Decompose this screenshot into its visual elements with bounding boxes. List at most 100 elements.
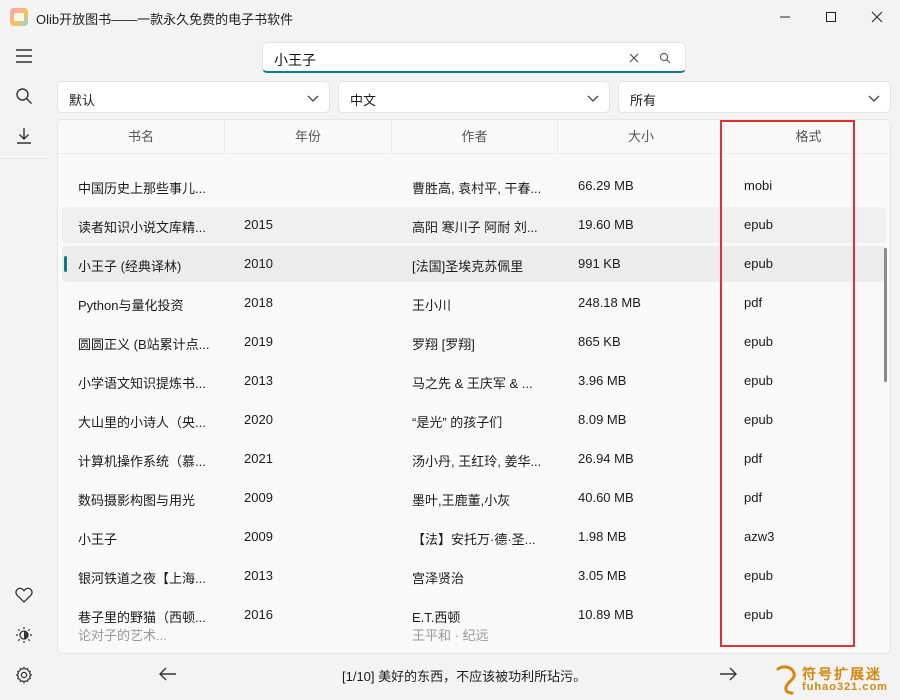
search-input[interactable]: 小王子: [274, 50, 316, 70]
minimize-button[interactable]: [762, 0, 808, 34]
minimize-icon: [780, 16, 790, 18]
book-size: 991 KB: [578, 256, 621, 271]
column-header-format[interactable]: 格式: [725, 120, 890, 154]
book-format: epub: [744, 217, 773, 232]
menu-icon: [16, 49, 32, 63]
book-author: 曹胜高, 袁村平, 干春...: [412, 181, 542, 196]
book-format: pdf: [744, 490, 763, 505]
book-year: 2020: [244, 412, 273, 427]
search-submit-button[interactable]: [656, 49, 674, 67]
book-title: 银河铁道之夜【上海...: [78, 571, 206, 586]
search-box[interactable]: 小王子: [262, 42, 686, 73]
book-year: 2018: [244, 295, 273, 310]
table-row[interactable]: 读者知识小说文库精... 2015 高阳 寒川子 阿耐 刘... 19.60 MB ep…: [62, 207, 886, 243]
chevron-down-icon: [307, 95, 319, 102]
window-title: Olib开放图书——一款永久免费的电子书软件: [36, 12, 294, 27]
search-icon: [659, 52, 671, 64]
book-title: 小王子 (经典译林): [78, 259, 182, 274]
book-size: 1.98 MB: [578, 529, 627, 544]
table-row-selected[interactable]: 小王子 (经典译林) 2010 [法国]圣埃克苏佩里 991 KB epub: [62, 246, 886, 282]
book-year: 2013: [244, 568, 273, 583]
book-year: 2009: [244, 490, 273, 505]
book-author: 墨叶,王鹿董,小灰: [412, 493, 511, 508]
table-row[interactable]: 圆圆正义 (B站累计点... 2019 罗翔 [罗翔] 865 KB epub: [62, 324, 886, 360]
sort-dropdown[interactable]: 默认: [57, 81, 330, 113]
clear-search-button[interactable]: [625, 49, 643, 67]
theme-icon: [16, 627, 32, 643]
table-header: 书名 年份 作者 大小 格式: [58, 120, 890, 154]
column-header-author[interactable]: 作者: [392, 120, 558, 154]
table-row[interactable]: 银河铁道之夜【上海... 2013 宫泽贤治 3.05 MB epub: [62, 558, 886, 594]
book-author: 汤小丹, 王红玲, 姜华...: [412, 454, 542, 469]
results-table: 书名 年份 作者 大小 格式 中国历史上那些事儿... 曹胜高, 袁村平, 干春.…: [57, 119, 891, 654]
chevron-down-icon: [587, 95, 599, 102]
table-row[interactable]: 小学语文知识提炼书... 2013 马之先 & 王庆军 & ... 3.96 MB ep…: [62, 363, 886, 399]
table-row[interactable]: 数码摄影构图与用光 2009 墨叶,王鹿董,小灰 40.60 MB pdf: [62, 480, 886, 516]
book-size: 40.60 MB: [578, 490, 634, 505]
column-header-size[interactable]: 大小: [558, 120, 725, 154]
search-icon: [16, 88, 32, 104]
book-format: epub: [744, 412, 773, 427]
table-row[interactable]: Python与量化投资 2018 王小川 248.18 MB pdf: [62, 285, 886, 321]
book-year: 2009: [244, 529, 273, 544]
table-row[interactable]: 中国历史上那些事儿... 曹胜高, 袁村平, 干春... 66.29 MB mobi: [62, 168, 886, 204]
book-title: Python与量化投资: [78, 298, 184, 313]
favorites-button[interactable]: [6, 577, 42, 613]
book-author: 王平和 · 纪远: [412, 628, 489, 643]
table-row-partial[interactable]: 论对子的艺术... 王平和 · 纪远: [62, 595, 886, 643]
book-title: 论对子的艺术...: [78, 628, 167, 643]
book-author: 【法】安托万·德·圣...: [412, 532, 536, 547]
book-author: 王小川: [412, 298, 452, 313]
book-author: “是光” 的孩子们: [412, 415, 503, 430]
table-scrollbar[interactable]: [884, 248, 887, 382]
book-year: 2015: [244, 217, 273, 232]
arrow-right-icon: [720, 667, 737, 681]
close-icon: [629, 53, 639, 63]
table-body: 中国历史上那些事儿... 曹胜高, 袁村平, 干春... 66.29 MB mobi 读…: [58, 154, 890, 653]
table-row[interactable]: 大山里的小诗人（央... 2020 “是光” 的孩子们 8.09 MB epub: [62, 402, 886, 438]
heart-icon: [15, 587, 33, 603]
next-quote-button[interactable]: [712, 660, 744, 688]
book-format: epub: [744, 568, 773, 583]
language-dropdown-value: 中文: [350, 93, 377, 108]
menu-button[interactable]: [6, 38, 42, 74]
book-title: 圆圆正义 (B站累计点...: [78, 337, 210, 352]
book-author: 高阳 寒川子 阿耐 刘...: [412, 220, 538, 235]
book-title: 中国历史上那些事儿...: [78, 181, 206, 196]
language-dropdown[interactable]: 中文: [338, 81, 610, 113]
format-dropdown[interactable]: 所有: [618, 81, 891, 113]
previous-quote-button[interactable]: [152, 660, 184, 688]
sidebar-divider: [0, 158, 48, 159]
app-logo-icon: [10, 8, 28, 26]
watermark-url: fuhao321.com: [802, 681, 888, 693]
selection-indicator: [64, 256, 67, 272]
maximize-button[interactable]: [808, 0, 854, 34]
format-dropdown-value: 所有: [630, 93, 657, 108]
book-title: 读者知识小说文库精...: [78, 220, 206, 235]
gear-icon: [15, 666, 33, 684]
book-title: 小王子: [78, 532, 118, 547]
sidebar-download-button[interactable]: [6, 118, 42, 154]
book-size: 26.94 MB: [578, 451, 634, 466]
sort-dropdown-value: 默认: [69, 93, 96, 108]
book-format: epub: [744, 373, 773, 388]
book-title: 大山里的小诗人（央...: [78, 415, 206, 430]
sidebar-search-button[interactable]: [6, 78, 42, 114]
watermark: 符号扩展迷 fuhao321.com: [772, 662, 898, 698]
column-header-title[interactable]: 书名: [58, 120, 225, 154]
book-year: 2013: [244, 373, 273, 388]
title-bar: Olib开放图书——一款永久免费的电子书软件: [0, 0, 900, 34]
arrow-left-icon: [159, 667, 176, 681]
theme-toggle-button[interactable]: [6, 617, 42, 653]
book-author: 宫泽贤治: [412, 571, 465, 586]
table-row[interactable]: 计算机操作系统（慕... 2021 汤小丹, 王红玲, 姜华... 26.94 MB p…: [62, 441, 886, 477]
book-author: [法国]圣埃克苏佩里: [412, 259, 524, 274]
book-size: 8.09 MB: [578, 412, 627, 427]
column-header-year[interactable]: 年份: [225, 120, 392, 154]
book-size: 66.29 MB: [578, 178, 634, 193]
book-author: 罗翔 [罗翔]: [412, 337, 475, 352]
book-format: pdf: [744, 451, 763, 466]
table-row[interactable]: 小王子 2009 【法】安托万·德·圣... 1.98 MB azw3: [62, 519, 886, 555]
settings-button[interactable]: [6, 657, 42, 693]
close-button[interactable]: [854, 0, 900, 34]
